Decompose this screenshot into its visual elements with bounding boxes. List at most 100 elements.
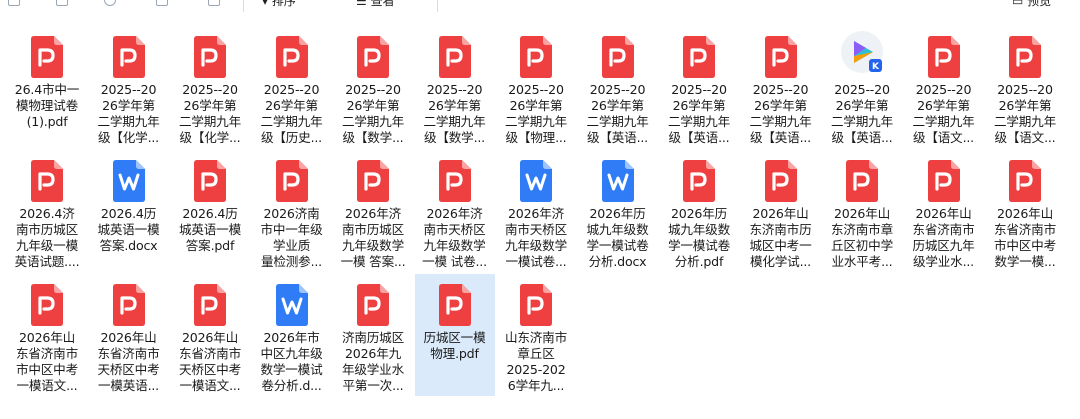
pdf-file-icon [28,158,66,204]
file-item[interactable]: 2025--20 26学年第 二学期九年 级【数学... [415,26,495,148]
file-item[interactable]: 2026年济 南市历城区 九年级数学 一模 答案... [333,150,413,272]
file-name: 2025--20 26学年第 二学期九年 级【数学... [342,82,404,145]
file-item[interactable]: 2025--20 26学年第 二学期九年 级【历史... [252,26,332,148]
file-item[interactable]: 历城区一模 物理.pdf [414,274,495,396]
file-name: 2025--20 26学年第 二学期九年 级【化学... [179,82,241,145]
file-name: 2026.4历 城英语一模 答案.pdf [179,206,241,253]
pdf-file-icon [925,34,963,80]
toolbar-divider [437,0,438,12]
word-file-icon [273,282,311,328]
file-name: 2026年济 南市天桥区 九年级数学 一模试卷... [505,206,567,269]
toolbar: ▾ 排序 ☰ 查看 ▭ 预览 [0,0,1080,14]
pdf-file-icon [599,34,637,80]
pdf-file-icon [28,34,66,80]
file-name: 2026.4历 城英语一模 答案.docx [97,206,160,253]
file-name: 2026年山 东济南市章 丘区初中学 业水平考... [831,206,893,269]
pdf-file-icon [354,34,392,80]
file-item[interactable]: 2025--20 26学年第 二学期九年 级【物理... [496,26,576,148]
file-item[interactable]: 2026年山 东省济南市 市中区中考 数学一模... [985,150,1065,272]
view-label: 查看 [370,0,395,8]
pdf-file-icon [191,158,229,204]
pdf-file-icon [1006,34,1044,80]
toolbar-divider [243,0,244,12]
file-name: 2026年山 东省济南市 天桥区中考 一模语文... [179,330,241,393]
file-item[interactable]: 2026年历 城九年级数 学一模试卷 分析.docx [578,150,658,272]
pdf-file-icon [436,158,474,204]
file-name: 2026年济 南市天桥区 九年级数学 一模 试卷... [422,206,487,269]
file-item[interactable]: 2026年山 东省济南市 历城区九年 级学业水... [904,150,984,272]
file-item[interactable]: 2026年山 东省济南市 天桥区中考 一模语文... [170,274,250,396]
file-item[interactable]: 2025--20 26学年第 二学期九年 级【化学... [170,26,250,148]
pdf-file-icon [436,34,474,80]
word-file-icon [110,158,148,204]
file-item[interactable]: 2025--20 26学年第 二学期九年 级【语文... [904,26,984,148]
pdf-file-icon [191,34,229,80]
file-item[interactable]: 2025--20 26学年第 二学期九年 级【英语... [578,26,658,148]
file-item[interactable]: 2026.4历 城英语一模 答案.docx [89,150,169,272]
pdf-file-icon [517,34,555,80]
file-name: 2026年山 东济南市历 城区中考一 模化学试... [749,206,812,269]
delete-icon[interactable] [208,0,220,6]
file-name: 济南历城区 2026年九 年级学业水 平第一次... [342,330,404,393]
file-item[interactable]: 2025--20 26学年第 二学期九年 级【英语... [741,26,821,148]
file-item[interactable]: 2025--20 26学年第 二学期九年 级【英语... [659,26,739,148]
file-item[interactable]: 26.4市中一 模物理试卷 (1).pdf [7,26,87,148]
share-icon[interactable] [104,0,116,6]
file-item[interactable]: 2026年山 东省济南市 市中区中考 一模语文... [7,274,87,396]
pdf-file-icon [354,158,392,204]
copy-icon[interactable] [56,0,68,6]
video-player-icon: K [840,30,886,80]
file-item[interactable]: 2026年市 中区九年级 数学一模试 卷分析.d... [252,274,332,396]
file-name: 2025--20 26学年第 二学期九年 级【语文... [912,82,975,145]
file-item[interactable]: 2026年历 城九年级数 学一模试卷 分析.pdf [659,150,739,272]
file-name: 2025--20 26学年第 二学期九年 级【英语... [749,82,812,145]
pdf-file-icon [28,282,66,328]
file-name: 2025--20 26学年第 二学期九年 级【物理... [505,82,567,145]
file-item[interactable]: 2026.4历 城英语一模 答案.pdf [170,150,250,272]
svg-text:K: K [872,62,880,72]
word-file-icon [517,158,555,204]
pdf-file-icon [843,158,881,204]
view-button[interactable]: ☰ 查看 [356,0,395,9]
file-item[interactable]: 2025--20 26学年第 二学期九年 级【语文... [985,26,1065,148]
file-item[interactable]: K 2025--20 26学年第 二学期九年 级【英语... [822,26,902,148]
file-name: 2025--20 26学年第 二学期九年 级【英语... [586,82,649,145]
file-item[interactable]: 2026年山 东济南市历 城区中考一 模化学试... [741,150,821,272]
file-name: 26.4市中一 模物理试卷 (1).pdf [14,82,80,129]
file-item[interactable]: 2026年济 南市天桥区 九年级数学 一模 试卷... [415,150,495,272]
pdf-file-icon [354,282,392,328]
file-item[interactable]: 山东济南市 章丘区 2025-202 6学年九... [496,274,576,396]
file-item[interactable]: 2025--20 26学年第 二学期九年 级【数学... [333,26,413,148]
new-icon[interactable] [8,0,20,6]
file-name: 2026年市 中区九年级 数学一模试 卷分析.d... [260,330,323,393]
file-item[interactable]: 2026.4济 南市历城区 九年级一模 英语试题.... [7,150,87,272]
file-item[interactable]: 2025--20 26学年第 二学期九年 级【化学... [89,26,169,148]
sort-button[interactable]: ▾ 排序 [262,0,296,9]
file-name: 2026年历 城九年级数 学一模试卷 分析.pdf [668,206,730,269]
file-name: 2026.4济 南市历城区 九年级一模 英语试题.... [14,206,80,269]
rename-icon[interactable] [156,0,168,6]
file-item[interactable]: 2026年济 南市天桥区 九年级数学 一模试卷... [496,150,576,272]
file-name: 2025--20 26学年第 二学期九年 级【化学... [97,82,160,145]
pdf-file-icon [273,34,311,80]
pdf-file-icon [680,34,718,80]
pdf-file-icon [680,158,718,204]
pdf-file-icon [762,158,800,204]
file-item[interactable]: 济南历城区 2026年九 年级学业水 平第一次... [333,274,413,396]
word-file-icon [599,158,637,204]
file-name: 2025--20 26学年第 二学期九年 级【英语... [831,82,893,145]
file-name: 2025--20 26学年第 二学期九年 级【英语... [668,82,730,145]
pdf-file-icon [1006,158,1044,204]
preview-label: 预览 [1027,0,1052,8]
pdf-file-icon [517,282,555,328]
pdf-file-icon [191,282,229,328]
pdf-file-icon [110,34,148,80]
file-item[interactable]: 2026年山 东济南市章 丘区初中学 业水平考... [822,150,902,272]
file-item[interactable]: 2026济南 市中一年级 学业质 量检测参... [252,150,332,272]
preview-button[interactable]: ▭ 预览 [1012,0,1051,9]
file-item[interactable]: 2026年山 东省济南市 天桥区中考 一模英语... [89,274,169,396]
file-name: 2026济南 市中一年级 学业质 量检测参... [260,206,323,269]
pdf-file-icon [273,158,311,204]
file-name: 山东济南市 章丘区 2025-202 6学年九... [505,330,567,393]
file-name: 2025--20 26学年第 二学期九年 级【语文... [994,82,1056,145]
